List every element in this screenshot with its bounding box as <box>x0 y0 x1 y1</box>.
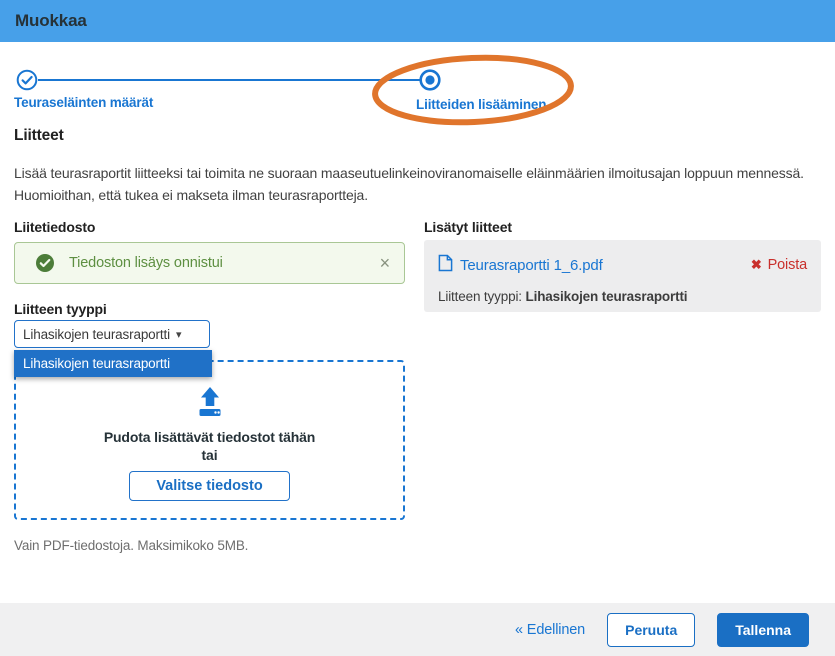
selected-option-text: Lihasikojen teurasraportti <box>23 327 170 342</box>
alert-close-icon[interactable]: × <box>378 253 392 274</box>
remove-label: Poista <box>768 257 807 273</box>
dialog-header: Muokkaa <box>0 0 835 42</box>
upload-success-alert: Tiedoston lisäys onnistui × <box>14 242 405 284</box>
file-dropzone[interactable]: Pudota lisättävät tiedostot tähän tai Va… <box>14 360 405 520</box>
attachment-filename: Teurasraportti 1_6.pdf <box>460 257 603 274</box>
success-check-icon <box>35 253 55 273</box>
section-title: Liitteet <box>14 127 64 145</box>
file-icon <box>438 254 453 276</box>
attachment-row: Teurasraportti 1_6.pdf ✖ Poista <box>438 254 807 276</box>
attachment-type-label: Liitteen tyyppi: <box>438 289 522 304</box>
file-field-label: Liitetiedosto <box>14 219 95 235</box>
upload-icon <box>192 386 228 423</box>
section-description: Lisää teurasraportit liitteeksi tai toim… <box>14 163 822 206</box>
remove-attachment-button[interactable]: ✖ Poista <box>751 257 807 273</box>
chevron-down-icon: ▾ <box>176 328 181 341</box>
dropzone-or-text: tai <box>202 447 218 463</box>
attachment-file-link[interactable]: Teurasraportti 1_6.pdf <box>438 254 751 276</box>
edit-dialog: Muokkaa Teuraseläinten määrät Liitteiden… <box>0 0 835 656</box>
previous-step-link[interactable]: « Edellinen <box>515 622 585 638</box>
success-message: Tiedoston lisäys onnistui <box>69 255 378 271</box>
attachment-type-value: Lihasikojen teurasraportti <box>526 289 688 304</box>
dialog-title: Muokkaa <box>0 0 835 42</box>
cancel-button[interactable]: Peruuta <box>607 613 695 647</box>
dialog-footer: « Edellinen Peruuta Tallenna <box>0 603 835 656</box>
type-field-label: Liitteen tyyppi <box>14 301 107 317</box>
added-attachments-title: Lisätyt liitteet <box>424 219 512 235</box>
stepper-connector <box>38 79 420 81</box>
remove-x-icon: ✖ <box>751 257 762 273</box>
select-option[interactable]: Lihasikojen teurasraportti <box>14 350 212 377</box>
step-completed-check-icon[interactable] <box>16 69 38 91</box>
select-option-list: Lihasikojen teurasraportti <box>14 350 212 377</box>
step-label-teuraselainten-maarat[interactable]: Teuraseläinten määrät <box>14 95 153 110</box>
attachment-card: Teurasraportti 1_6.pdf ✖ Poista Liitteen… <box>424 240 821 312</box>
step-current-radio-icon[interactable] <box>419 69 441 91</box>
attachment-type-select[interactable]: Lihasikojen teurasraportti ▾ <box>14 320 210 348</box>
attachment-type-row: Liitteen tyyppi: Lihasikojen teurasrapor… <box>438 289 807 304</box>
dropzone-instruction: Pudota lisättävät tiedostot tähän <box>104 429 315 445</box>
step-label-liitteiden-lisaaminen[interactable]: Liitteiden lisääminen <box>416 97 546 112</box>
file-restrictions-hint: Vain PDF-tiedostoja. Maksimikoko 5MB. <box>14 538 248 553</box>
choose-file-button[interactable]: Valitse tiedosto <box>129 471 289 501</box>
orange-annotation-ellipse <box>368 52 578 130</box>
save-button[interactable]: Tallenna <box>717 613 809 647</box>
